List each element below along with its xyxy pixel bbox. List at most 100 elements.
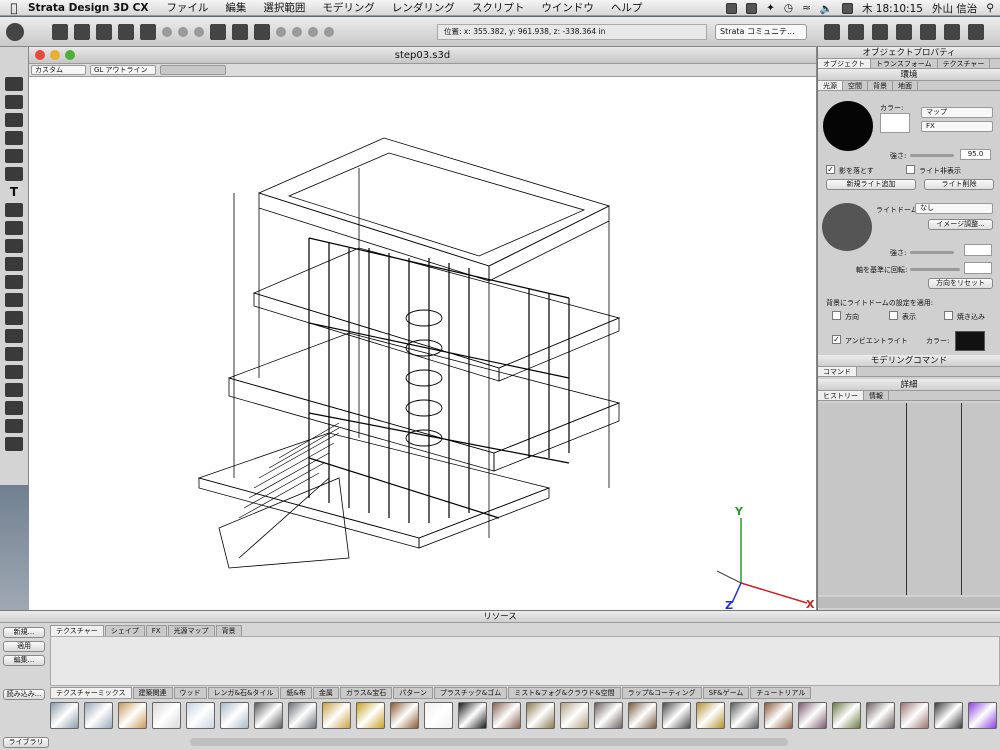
minimize-icon[interactable] — [50, 50, 60, 60]
cube-icon[interactable] — [5, 131, 23, 145]
texture-swatch[interactable] — [220, 702, 249, 729]
path-icon[interactable] — [5, 275, 23, 289]
strata-logo-icon[interactable] — [6, 22, 24, 41]
add-light-button[interactable]: 新規ライト追加 — [826, 179, 916, 190]
photoshop-export-icon[interactable] — [140, 23, 156, 40]
cat-tutorial[interactable]: チュートリアル — [750, 687, 812, 699]
environment-section[interactable]: 環境 — [818, 69, 1000, 81]
texture-swatch[interactable] — [84, 702, 113, 729]
texture-swatch[interactable] — [424, 702, 453, 729]
reshape-icon[interactable] — [5, 113, 23, 127]
direct-select-icon[interactable] — [5, 95, 23, 109]
tab-texture[interactable]: テクスチャー — [938, 59, 991, 68]
tab-ground[interactable]: 地面 — [893, 81, 918, 90]
cat-wood[interactable]: ウッド — [173, 687, 207, 699]
texture-swatch[interactable] — [662, 702, 691, 729]
apply-direction-checkbox[interactable] — [832, 311, 841, 320]
orbit-icon[interactable] — [5, 401, 23, 415]
library-scrollbar[interactable] — [190, 738, 788, 746]
ambient-color-swatch[interactable] — [955, 331, 985, 351]
light-dome-preview[interactable] — [822, 203, 872, 251]
open-folder-icon[interactable] — [74, 23, 90, 40]
cat-paper-cloth[interactable]: 紙&布 — [280, 687, 312, 699]
cast-shadow-checkbox[interactable]: ✓ — [826, 165, 835, 174]
copy-icon[interactable] — [178, 26, 188, 37]
tab-command[interactable]: コマンド — [818, 367, 857, 376]
mirror-icon[interactable] — [5, 239, 23, 253]
tab-light[interactable]: 光源 — [818, 81, 843, 90]
transform-icon[interactable] — [276, 26, 286, 37]
dome-strength-value[interactable] — [964, 244, 992, 256]
menu-selection[interactable]: 選択範囲 — [263, 0, 305, 15]
new-file-icon[interactable] — [52, 23, 68, 40]
input-method-icon[interactable] — [841, 2, 853, 14]
cat-texture-mix[interactable]: テクスチャーミックス — [50, 687, 132, 699]
map-select[interactable]: マップ — [921, 107, 993, 118]
texture-swatch[interactable] — [356, 702, 385, 729]
cut-icon[interactable] — [162, 26, 172, 37]
rectangle-icon[interactable] — [5, 149, 23, 163]
camera-tool-icon[interactable] — [5, 311, 23, 325]
lathe-icon[interactable] — [5, 203, 23, 217]
texture-swatch[interactable] — [696, 702, 725, 729]
hand-icon[interactable] — [5, 383, 23, 397]
viewport-3d[interactable]: Y X Z — [29, 78, 817, 612]
light-dome-select[interactable]: なし — [915, 203, 993, 214]
menu-window[interactable]: ウインドウ — [541, 0, 594, 15]
render-mode-select[interactable]: GL アウトライン — [90, 65, 156, 75]
texture-swatch[interactable] — [322, 702, 351, 729]
zoom-window-icon[interactable] — [65, 50, 75, 60]
photoshop-icon[interactable] — [118, 23, 134, 40]
image-adjust-button[interactable]: イメージ調整... — [928, 219, 993, 230]
view-controls[interactable] — [160, 65, 226, 75]
load-resource-button[interactable]: 読み込み... — [3, 689, 45, 700]
undo-icon[interactable] — [210, 23, 226, 40]
clock-icon[interactable]: ◷ — [784, 2, 793, 14]
texture-swatch[interactable] — [526, 702, 555, 729]
cat-plastic-rubber[interactable]: プラスチック&ゴム — [433, 687, 508, 699]
texture-swatch[interactable] — [152, 702, 181, 729]
user-name[interactable]: 外山 信治 — [932, 1, 977, 16]
texture-swatch[interactable] — [50, 702, 79, 729]
select-arrow-icon[interactable] — [5, 77, 23, 91]
tab-shapes[interactable]: シェイプ — [104, 625, 145, 636]
community-select[interactable]: Strata コミュニテ... — [715, 24, 807, 40]
texture-swatch[interactable] — [186, 702, 215, 729]
resources-title[interactable]: リソース — [0, 611, 1000, 623]
delete-light-button[interactable]: ライト削除 — [924, 179, 994, 190]
paste-icon[interactable] — [194, 26, 204, 37]
apply-display-checkbox[interactable] — [889, 311, 898, 320]
menu-rendering[interactable]: レンダリング — [392, 0, 455, 15]
cat-mist-fog[interactable]: ミスト&フォグ&クラウド&空間 — [508, 687, 621, 699]
tab-transform[interactable]: トランスフォーム — [871, 59, 938, 68]
tab-history[interactable]: ヒストリー — [818, 391, 864, 400]
group-icon[interactable] — [308, 26, 318, 37]
view-select[interactable]: カスタム — [31, 65, 86, 75]
strength-slider[interactable] — [910, 154, 954, 157]
texture-swatch[interactable] — [968, 702, 997, 729]
texture-swatch[interactable] — [900, 702, 929, 729]
tab-textures[interactable]: テクスチャー — [50, 625, 104, 636]
detail-title[interactable]: 詳細 — [818, 379, 1000, 391]
tab-info[interactable]: 情報 — [864, 391, 889, 400]
spotlight-icon[interactable]: ⚲ — [986, 2, 994, 14]
redo-icon[interactable] — [232, 23, 248, 40]
bulb-icon[interactable] — [5, 293, 23, 307]
cat-glass-gem[interactable]: ガラス&宝石 — [339, 687, 393, 699]
close-icon[interactable] — [35, 50, 45, 60]
skin-icon[interactable] — [5, 257, 23, 271]
bluetooth-icon[interactable]: ✦ — [766, 2, 775, 14]
light-color-swatch[interactable] — [880, 113, 910, 133]
tab-space[interactable]: 空間 — [843, 81, 868, 90]
reset-direction-button[interactable]: 方向をリセット — [928, 278, 993, 289]
dome-strength-slider[interactable] — [910, 251, 954, 254]
texture-swatch[interactable] — [628, 702, 657, 729]
adobe-icon[interactable] — [726, 2, 738, 14]
wifi-icon[interactable]: ≈ — [802, 2, 811, 14]
texture-swatch[interactable] — [934, 702, 963, 729]
texture-swatch[interactable] — [492, 702, 521, 729]
pen-icon[interactable] — [5, 167, 23, 181]
resource-list[interactable] — [50, 636, 1000, 686]
uv-icon[interactable] — [324, 26, 334, 37]
dropper-icon[interactable] — [5, 329, 23, 343]
